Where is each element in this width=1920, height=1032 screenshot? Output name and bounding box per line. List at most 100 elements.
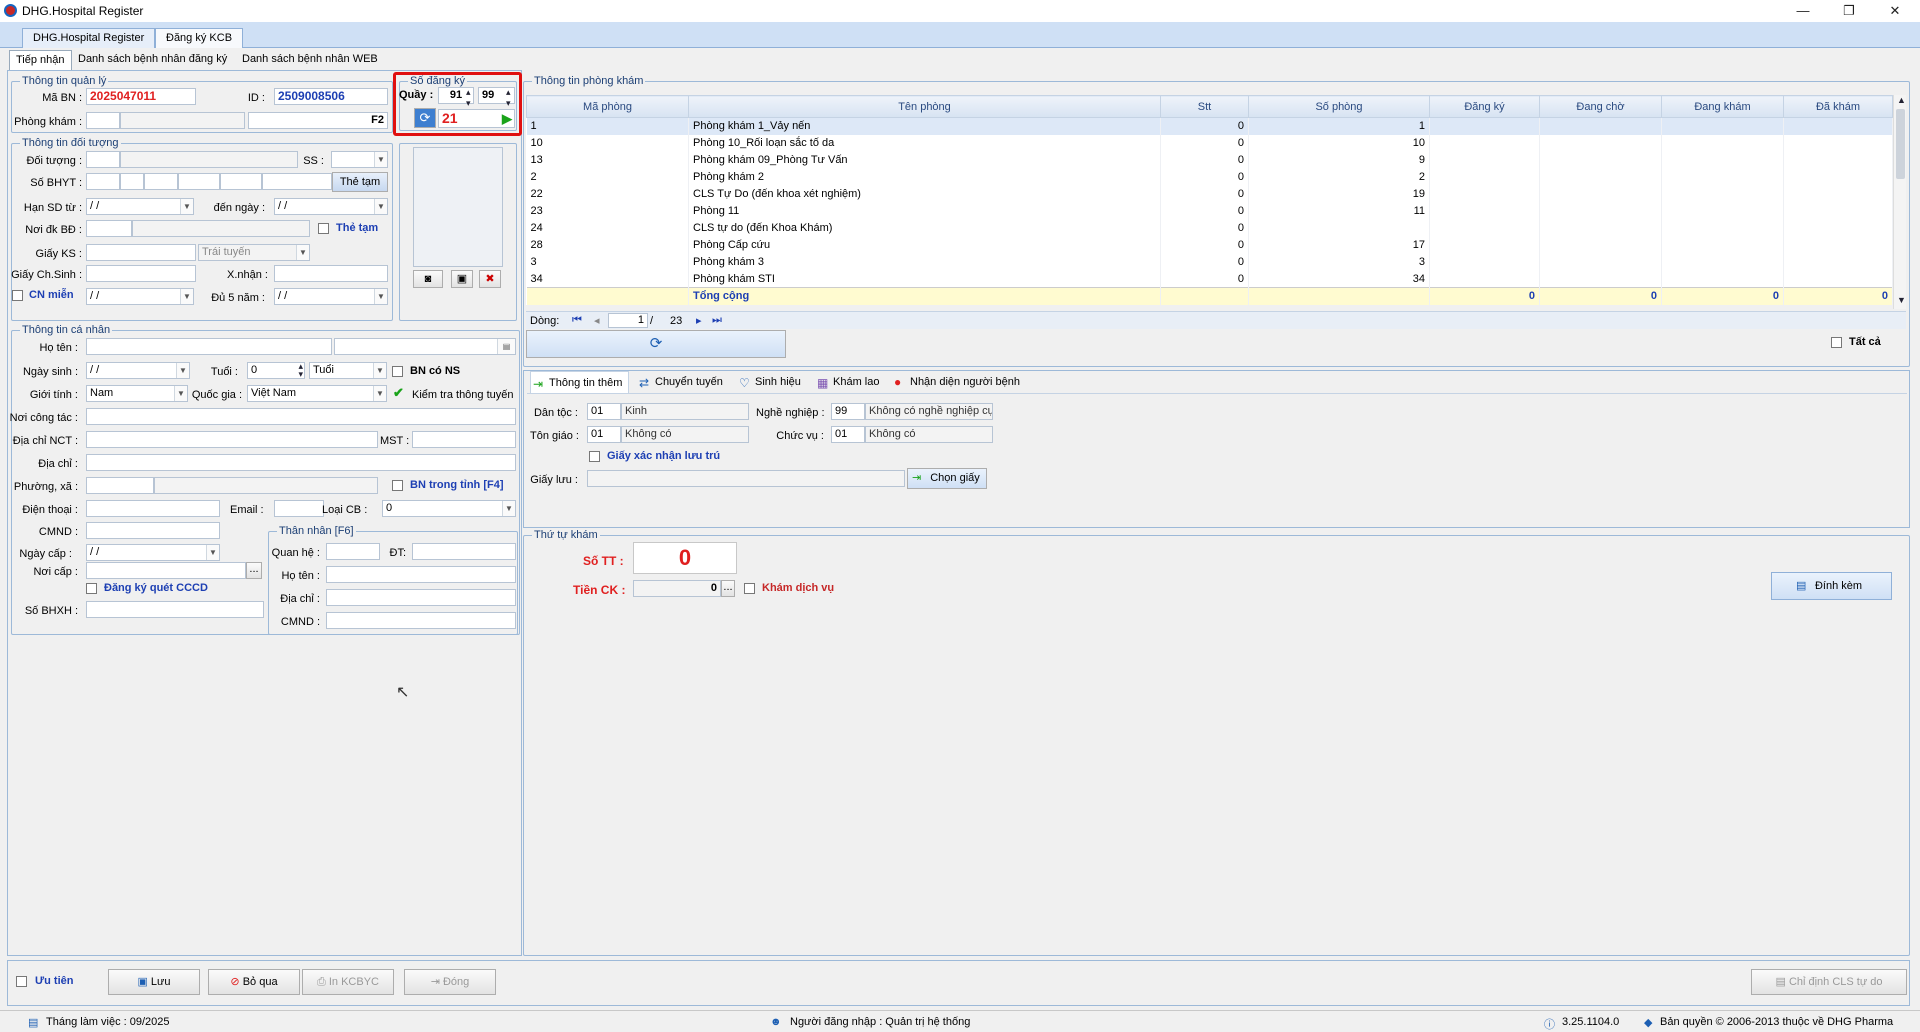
- dong-button[interactable]: ⇥ Đóng: [404, 969, 496, 995]
- nghenghiep-code[interactable]: 99: [831, 403, 865, 420]
- luu-button[interactable]: ▣ Lưu: [108, 969, 200, 995]
- tn-cmnd-field[interactable]: [326, 612, 516, 629]
- chidinh-button[interactable]: ▤ Chỉ định CLS tự do: [1751, 969, 1907, 995]
- dt-field[interactable]: [412, 543, 516, 560]
- phongkham-search[interactable]: F2: [248, 112, 388, 129]
- noidk-code[interactable]: [86, 220, 132, 237]
- thetam-checkbox[interactable]: [318, 223, 329, 234]
- cnmien-checkbox[interactable]: [12, 290, 23, 301]
- bntrongtinh-checkbox[interactable]: [392, 480, 403, 491]
- noicongtac-field[interactable]: [86, 408, 516, 425]
- col-ten-phong[interactable]: Tên phòng: [688, 95, 1161, 118]
- table-row[interactable]: 10 Phòng 10_Rối loạn sắc tố da 0 10: [526, 134, 1893, 152]
- mabn-field[interactable]: 2025047011: [86, 88, 196, 105]
- dangkycccd-checkbox[interactable]: [86, 583, 97, 594]
- page-input[interactable]: 1: [608, 313, 648, 328]
- dantoc-code[interactable]: 01: [587, 403, 621, 420]
- tuoi-unit-select[interactable]: Tuổi ▼: [309, 362, 387, 379]
- col-dang-cho[interactable]: Đang chờ: [1539, 95, 1662, 118]
- subtab-kham-lao[interactable]: ▦ Khám lao: [815, 371, 879, 393]
- subtab-chuyen-tuyen[interactable]: ⇄ Chuyển tuyến: [637, 371, 723, 393]
- sobhyt-part1[interactable]: [86, 173, 120, 190]
- phongkham-code[interactable]: [86, 112, 120, 129]
- col-so-phong[interactable]: Số phòng: [1248, 95, 1430, 118]
- table-row[interactable]: 23 Phòng 11 0 11: [526, 202, 1893, 220]
- noicap-browse-button[interactable]: ...: [246, 562, 262, 579]
- boqua-button[interactable]: ⊘ Bỏ qua: [208, 969, 300, 995]
- ngaysinh-field[interactable]: / / ▼: [86, 362, 190, 379]
- so-dangky-field[interactable]: 21 ▶: [438, 109, 515, 128]
- col-dang-ky[interactable]: Đăng ký: [1429, 95, 1540, 118]
- refresh-icon[interactable]: ⟳: [414, 108, 436, 128]
- hoten-extra[interactable]: ▤: [334, 338, 516, 355]
- bncons-checkbox[interactable]: [392, 366, 403, 377]
- id-field[interactable]: 2509008506: [274, 88, 388, 105]
- subtab-sinh-hieu[interactable]: ♡ Sinh hiệu: [737, 371, 801, 393]
- col-da-kham[interactable]: Đã khám: [1783, 95, 1893, 118]
- scroll-down-icon[interactable]: ▼: [1897, 295, 1906, 305]
- uutien-checkbox[interactable]: [16, 976, 27, 987]
- table-row[interactable]: 28 Phòng Cấp cứu 0 17: [526, 236, 1893, 254]
- scroll-up-icon[interactable]: ▲: [1897, 95, 1906, 105]
- dienthoai-field[interactable]: [86, 500, 220, 517]
- email-field[interactable]: [274, 500, 324, 517]
- table-row[interactable]: 34 Phòng khám STI 0 34: [526, 270, 1893, 288]
- tn-diachi-field[interactable]: [326, 589, 516, 606]
- table-row[interactable]: 24 CLS tự do (đến Khoa Khám) 0: [526, 219, 1893, 237]
- refresh-rooms-button[interactable]: ⟳: [526, 330, 786, 358]
- dinhkem-button[interactable]: ▤ Đính kèm: [1771, 572, 1892, 600]
- scrollbar-thumb[interactable]: [1896, 109, 1905, 179]
- giayxacnhan-checkbox[interactable]: [589, 451, 600, 462]
- tatca-checkbox[interactable]: [1831, 337, 1842, 348]
- play-icon[interactable]: ▶: [502, 110, 512, 127]
- sobhyt-part5[interactable]: [220, 173, 262, 190]
- table-row[interactable]: 13 Phòng khám 09_Phòng Tư Vấn 0 9: [526, 151, 1893, 169]
- quay-to-spin[interactable]: ▴ ▾: [506, 87, 511, 109]
- table-row[interactable]: 3 Phòng khám 303: [526, 253, 1893, 271]
- camera-icon[interactable]: ◙: [413, 270, 443, 288]
- ngaycap-field[interactable]: / / ▼: [86, 544, 220, 561]
- hansd-to[interactable]: / / ▼: [274, 198, 388, 215]
- diachi-field[interactable]: [86, 454, 516, 471]
- cnmien-date[interactable]: / / ▼: [86, 288, 194, 305]
- tab-danh-sach-web[interactable]: Danh sách bệnh nhân WEB: [236, 50, 384, 70]
- tongiao-code[interactable]: 01: [587, 426, 621, 443]
- table-row[interactable]: 1 Phòng khám 1_Vảy nến 0 1: [526, 117, 1893, 135]
- doituong-code[interactable]: [86, 151, 120, 168]
- table-row[interactable]: 2 Phòng khám 202: [526, 168, 1893, 186]
- sobhyt-part6[interactable]: [262, 173, 332, 190]
- sobhxh-field[interactable]: [86, 601, 264, 618]
- hoten-field[interactable]: [86, 338, 332, 355]
- ss-select[interactable]: ▼: [331, 151, 388, 168]
- phuongxa-code[interactable]: [86, 477, 154, 494]
- next-page-icon[interactable]: ▸: [696, 314, 702, 327]
- delete-photo-icon[interactable]: ✖: [479, 270, 501, 288]
- room-table-scrollbar[interactable]: ▲ ▼: [1893, 95, 1906, 309]
- tn-hoten-field[interactable]: [326, 566, 516, 583]
- chucvu-code[interactable]: 01: [831, 426, 865, 443]
- save-photo-icon[interactable]: ▣: [451, 270, 473, 288]
- last-page-icon[interactable]: ⏭: [712, 314, 722, 327]
- tab-tiep-nhan[interactable]: Tiếp nhận: [9, 50, 72, 70]
- hansd-from[interactable]: / / ▼: [86, 198, 194, 215]
- giayks-field[interactable]: [86, 244, 196, 261]
- du5nam-date[interactable]: / / ▼: [274, 288, 388, 305]
- kiemtra-link[interactable]: Kiểm tra thông tuyến: [412, 389, 514, 401]
- doc-tab-dang-ky-kcb[interactable]: Đăng ký KCB: [155, 28, 244, 48]
- table-row[interactable]: 22 CLS Tự Do (đến khoa xét nghiệm) 0 19: [526, 185, 1893, 203]
- cmnd-field[interactable]: [86, 522, 220, 539]
- doc-tab-hospital-register[interactable]: DHG.Hospital Register: [22, 28, 156, 48]
- quocgia-select[interactable]: Việt Nam ▼: [247, 385, 387, 402]
- gioitinh-select[interactable]: Nam ▼: [86, 385, 188, 402]
- sobhyt-part3[interactable]: [144, 173, 178, 190]
- khamdv-checkbox[interactable]: [744, 583, 755, 594]
- col-dang-kham[interactable]: Đang khám: [1661, 95, 1784, 118]
- prev-page-icon[interactable]: ◂: [594, 314, 600, 327]
- chongiay-button[interactable]: ⇥ Chọn giấy: [907, 468, 987, 489]
- first-page-icon[interactable]: ⏮: [572, 314, 582, 327]
- noicap-field[interactable]: [86, 562, 246, 579]
- quanhe-field[interactable]: [326, 543, 380, 560]
- tienck-browse-button[interactable]: ...: [721, 580, 735, 597]
- mst-field[interactable]: [412, 431, 516, 448]
- close-button[interactable]: ✕: [1872, 0, 1918, 22]
